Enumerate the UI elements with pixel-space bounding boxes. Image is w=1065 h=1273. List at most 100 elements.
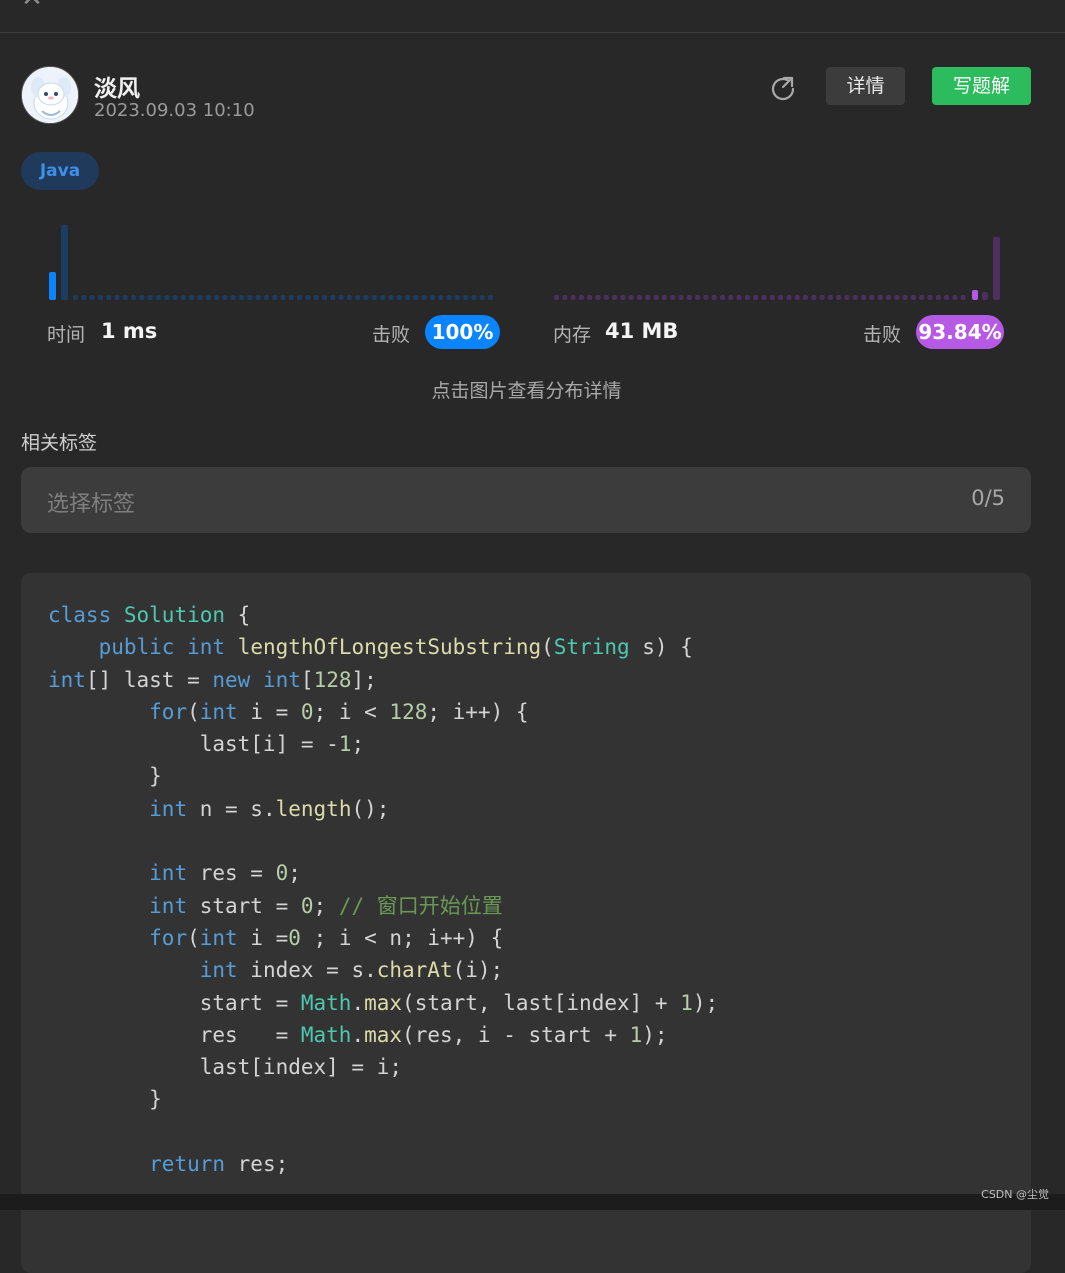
- runtime-distribution-bar: [454, 295, 460, 300]
- runtime-distribution-bar: [156, 295, 161, 300]
- memory-distribution-bar: [711, 295, 717, 300]
- memory-distribution-bar: [628, 295, 634, 300]
- runtime-distribution-bar: [380, 295, 386, 300]
- code-line: }: [48, 764, 162, 789]
- runtime-distribution-chart[interactable]: [44, 215, 504, 305]
- memory-distribution-bar: [902, 295, 908, 300]
- runtime-distribution-bar: [471, 295, 477, 300]
- memory-distribution-bar: [753, 295, 759, 300]
- runtime-distribution-bar: [288, 295, 294, 300]
- code-line: int start = 0; // 窗口开始位置: [149, 893, 503, 918]
- runtime-distribution-bar: [322, 295, 327, 300]
- memory-distribution-bar: [744, 295, 750, 300]
- runtime-distribution-bar: [405, 295, 410, 300]
- memory-distribution-bar: [554, 295, 559, 300]
- code-block[interactable]: class Solution { public int lengthOfLong…: [21, 573, 1031, 1273]
- memory-distribution-bar: [587, 295, 593, 300]
- username[interactable]: 淡风: [94, 69, 140, 103]
- memory-distribution-bar: [836, 295, 842, 300]
- memory-distribution-bar: [803, 295, 808, 300]
- code-line: int res = 0;: [149, 861, 301, 886]
- runtime-distribution-bar: [305, 295, 311, 300]
- language-badge[interactable]: Java: [21, 152, 99, 190]
- memory-beat-label: 击败: [863, 324, 902, 346]
- runtime-distribution-bar: [313, 295, 319, 300]
- memory-distribution-bar: [993, 237, 1000, 300]
- code-line: int n = s.length();: [149, 796, 390, 821]
- runtime-distribution-bar: [438, 295, 444, 300]
- runtime-distribution-bar: [205, 295, 211, 300]
- distribution-hint[interactable]: 点击图片查看分布详情: [0, 376, 1053, 403]
- runtime-value: 1 ms: [101, 319, 158, 343]
- runtime-distribution-bar: [180, 295, 186, 300]
- write-solution-button[interactable]: 写题解: [932, 67, 1031, 105]
- memory-distribution-bar: [827, 295, 833, 300]
- memory-distribution-bar: [811, 295, 817, 300]
- memory-distribution-bar: [720, 295, 725, 300]
- memory-distribution-bar: [661, 295, 667, 300]
- runtime-distribution-bar: [488, 295, 493, 300]
- memory-distribution-bar: [728, 295, 734, 300]
- memory-current-bar: [972, 290, 978, 300]
- runtime-distribution-bar: [388, 295, 394, 300]
- code-line: last[i] = -1;: [48, 732, 365, 757]
- memory-distribution-bar: [578, 295, 584, 300]
- runtime-current-bar: [49, 272, 56, 300]
- memory-distribution-bar: [910, 295, 916, 300]
- share-button[interactable]: [768, 73, 798, 103]
- runtime-distribution-bar: [139, 295, 145, 300]
- memory-distribution-bar: [612, 295, 618, 300]
- code-line: for(int i =0 ; i < n; i++) {: [149, 925, 504, 950]
- memory-distribution-bar: [927, 295, 933, 300]
- runtime-distribution-bar: [61, 225, 68, 300]
- memory-beat-badge: 93.84%: [916, 315, 1004, 349]
- share-icon: [771, 76, 795, 101]
- close-icon[interactable]: ✕: [20, 0, 44, 11]
- runtime-distribution-bar: [222, 295, 228, 300]
- memory-distribution-bar: [844, 295, 850, 300]
- tag-select-placeholder: 选择标签: [47, 492, 136, 517]
- memory-distribution-bar: [886, 295, 891, 300]
- runtime-label: 时间: [47, 324, 86, 346]
- memory-distribution-bar: [678, 295, 684, 300]
- code-line: return res;: [149, 1152, 289, 1177]
- code-content: class Solution { public int lengthOfLong…: [48, 599, 718, 1180]
- memory-distribution-bar: [620, 295, 626, 300]
- runtime-distribution-bar: [172, 295, 178, 300]
- watermark: CSDN @尘觉: [981, 1188, 1049, 1201]
- runtime-distribution-bar: [247, 295, 253, 300]
- memory-distribution-bar: [960, 295, 966, 300]
- memory-distribution-bar: [653, 295, 659, 300]
- memory-distribution-bar: [769, 295, 775, 300]
- code-line: }: [48, 1087, 162, 1112]
- tag-select-input[interactable]: 选择标签 0/5: [21, 467, 1031, 533]
- tag-count: 0/5: [971, 486, 1005, 510]
- post-datetime: 2023.09.03 10:10: [94, 100, 255, 121]
- runtime-distribution-bar: [479, 295, 485, 300]
- runtime-distribution-bar: [239, 295, 244, 300]
- avatar[interactable]: [21, 66, 79, 124]
- runtime-distribution-bar: [73, 295, 78, 300]
- runtime-distribution-bar: [131, 295, 137, 300]
- memory-distribution-bar: [570, 295, 576, 300]
- runtime-distribution-bar: [413, 295, 419, 300]
- memory-distribution-bar: [562, 295, 568, 300]
- runtime-distribution-bar: [197, 295, 203, 300]
- memory-distribution-bar: [982, 292, 988, 300]
- memory-label: 内存: [553, 324, 592, 346]
- detail-button[interactable]: 详情: [826, 67, 905, 105]
- runtime-distribution-bar: [263, 295, 269, 300]
- runtime-distribution-bar: [106, 295, 112, 300]
- runtime-beat-label: 击败: [372, 324, 411, 346]
- runtime-distribution-bar: [255, 295, 261, 300]
- memory-distribution-bar: [952, 295, 958, 300]
- runtime-distribution-bar: [429, 295, 435, 300]
- runtime-distribution-bar: [89, 295, 95, 300]
- memory-distribution-bar: [877, 295, 883, 300]
- memory-distribution-bar: [869, 295, 875, 300]
- memory-distribution-chart[interactable]: [550, 215, 1010, 305]
- code-line: last[index] = i;: [48, 1055, 403, 1080]
- memory-distribution-bar: [603, 295, 609, 300]
- runtime-distribution-bar: [363, 295, 369, 300]
- runtime-distribution-bar: [81, 295, 87, 300]
